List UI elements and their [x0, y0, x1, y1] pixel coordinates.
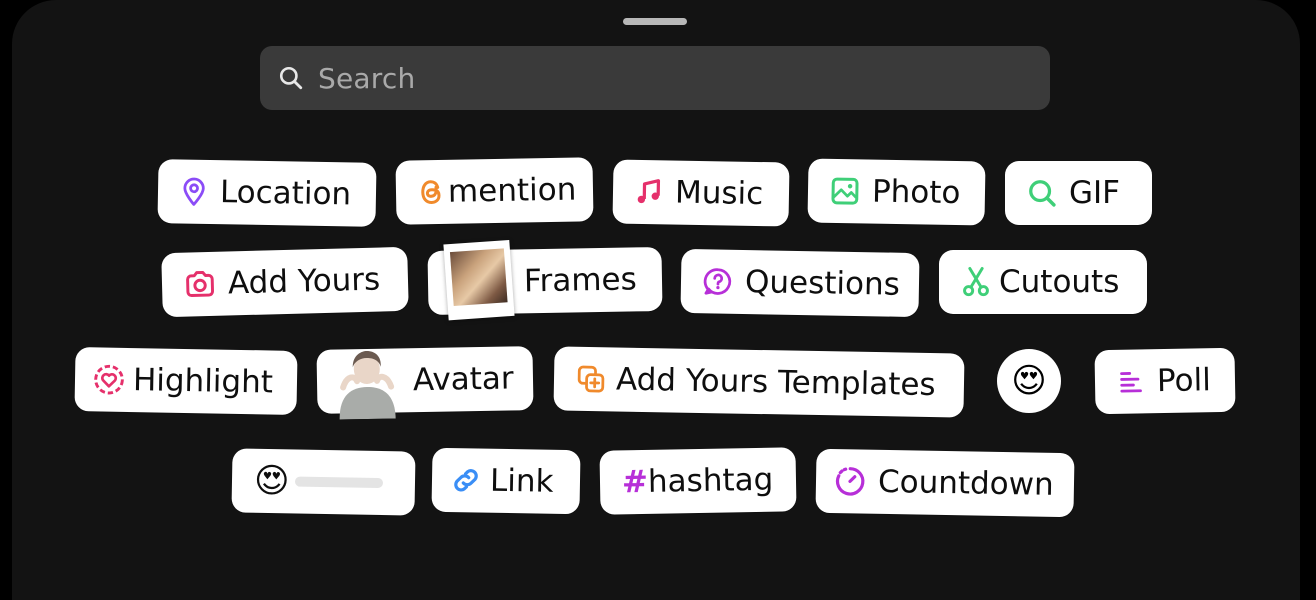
avatar-sticker[interactable]: Avatar [316, 346, 533, 414]
hashtag-sticker[interactable]: #hashtag [599, 447, 796, 514]
avatar-label: Avatar [413, 360, 514, 398]
link-label: Link [490, 463, 554, 500]
mention-label: mention [448, 172, 577, 210]
frames-sticker[interactable]: Frames [427, 247, 662, 315]
gif-label: GIF [1069, 175, 1120, 211]
highlight-sticker[interactable]: Highlight [74, 347, 297, 415]
photo-icon [830, 176, 861, 207]
scissors-icon [961, 266, 991, 298]
add-yours-templates-label: Add Yours Templates [616, 362, 936, 404]
heart-eyes-emoji: 😍 [1011, 361, 1046, 401]
question-bubble-icon [703, 266, 734, 297]
music-label: Music [675, 175, 764, 213]
mention-sticker[interactable]: mention [395, 157, 593, 224]
hashtag-symbol: # [622, 464, 649, 500]
hashtag-label: #hashtag [622, 462, 774, 501]
add-yours-templates-sticker[interactable]: Add Yours Templates [553, 346, 964, 417]
add-yours-sticker[interactable]: Add Yours [161, 247, 409, 317]
poll-lines-icon [1117, 366, 1146, 396]
cutouts-sticker[interactable]: Cutouts [939, 250, 1147, 314]
cutouts-label: Cutouts [999, 264, 1119, 300]
search-bar[interactable]: Search [260, 46, 1050, 110]
threads-at-icon [418, 177, 447, 207]
location-label: Location [220, 174, 352, 212]
music-sticker[interactable]: Music [612, 159, 789, 226]
search-icon [278, 65, 304, 91]
countdown-timer-icon [834, 465, 867, 498]
location-sticker[interactable]: Location [157, 159, 376, 227]
add-yours-label: Add Yours [228, 262, 381, 302]
slider-track[interactable] [295, 477, 383, 489]
gif-sticker[interactable]: GIF [1005, 161, 1152, 225]
plus-squares-icon [576, 364, 607, 395]
polaroid-photo [443, 240, 514, 320]
avatar-figure [328, 344, 405, 419]
photo-label: Photo [872, 174, 961, 212]
heart-eyes-emoji: 😍 [254, 461, 290, 502]
camera-icon [184, 269, 217, 300]
emoji-slider-sticker[interactable]: 😍 [231, 448, 415, 515]
location-pin-icon [180, 176, 209, 206]
link-icon [450, 464, 483, 497]
heart-circle-icon [93, 363, 126, 396]
search-icon [1027, 178, 1057, 208]
questions-label: Questions [745, 264, 900, 303]
emoji-reaction-sticker[interactable]: 😍 [997, 349, 1061, 413]
poll-label: Poll [1157, 362, 1211, 399]
photo-sticker[interactable]: Photo [807, 158, 985, 225]
highlight-label: Highlight [133, 362, 274, 400]
search-input[interactable]: Search [318, 62, 415, 95]
countdown-sticker[interactable]: Countdown [815, 449, 1074, 517]
poll-sticker[interactable]: Poll [1094, 348, 1235, 414]
drag-handle[interactable] [623, 18, 687, 25]
countdown-label: Countdown [878, 464, 1054, 503]
link-sticker[interactable]: Link [431, 448, 580, 515]
music-note-icon [635, 177, 664, 207]
frames-label: Frames [524, 261, 637, 299]
questions-sticker[interactable]: Questions [680, 249, 919, 317]
